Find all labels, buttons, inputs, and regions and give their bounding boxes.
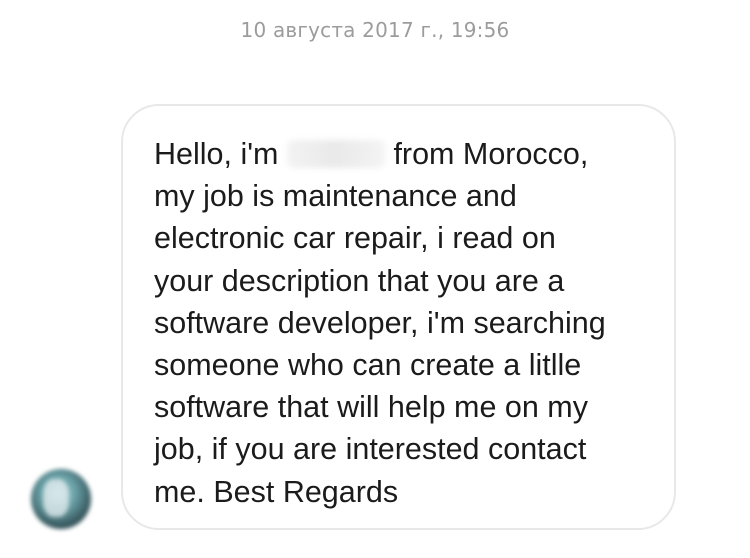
- message-line: software that will help me on my: [154, 390, 588, 425]
- redacted-name: [286, 140, 385, 168]
- message-line: someone who can create a litlle: [154, 348, 582, 383]
- message-text-fragment: Hello, i'm: [154, 137, 279, 171]
- message-bubble[interactable]: Hello, i'm from Morocco, my job is maint…: [121, 104, 676, 530]
- message-line: my job is maintenance and: [154, 179, 517, 214]
- avatar-blurred-icon: [43, 479, 69, 517]
- message-line: Hello, i'm from Morocco,: [154, 133, 644, 175]
- message-line: your description that you are a: [154, 263, 565, 298]
- message-text-fragment: from Morocco,: [393, 137, 589, 171]
- sender-avatar[interactable]: [31, 469, 91, 529]
- message-timestamp: 10 августа 2017 г., 19:56: [240, 18, 510, 42]
- message-line: electronic car repair, i read on: [154, 221, 556, 256]
- message-line: software developer, i'm searching: [154, 305, 606, 340]
- message-line: job, if you are interested contact: [154, 432, 587, 467]
- message-text: Hello, i'm from Morocco, my job is maint…: [154, 133, 644, 513]
- message-line: me. Best Regards: [154, 474, 399, 509]
